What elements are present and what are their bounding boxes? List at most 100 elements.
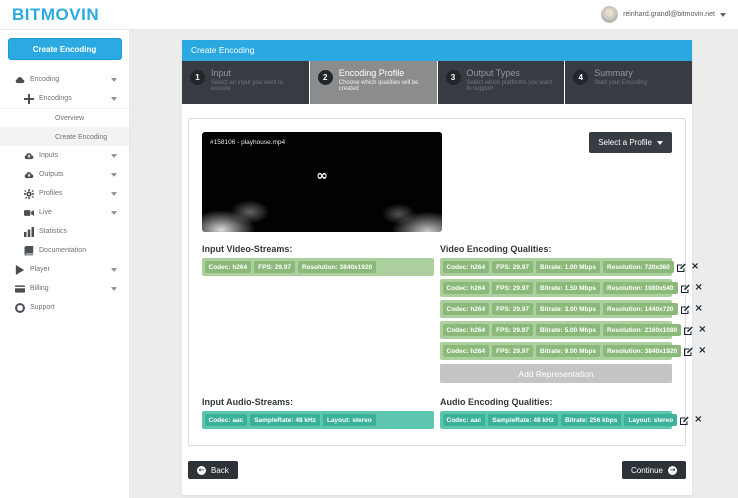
step-subtitle: Choose which qualities will be created [338,80,419,92]
caret-down-icon [111,267,117,272]
sidebar-item-encodings[interactable]: Encodings [0,89,129,108]
continue-button[interactable]: Continue → [621,461,686,479]
encoding-profile-card: #158106 - playhouse.mp4 ∞ Select a Profi… [188,118,707,446]
video-camera-icon [24,208,34,218]
step-subtitle: Select an input you want to encode [211,80,284,92]
stream-badge: Codec: h264 [442,303,490,315]
add-representation-button[interactable]: Add Representation [440,364,672,383]
stream-badge: Bitrate: 1.00 Mbps [536,261,601,273]
step-title: Input [211,68,232,78]
edit-icon[interactable] [680,304,690,314]
stream-badge: SampleRate: 48 kHz [488,414,558,426]
stream-badge: Codec: h264 [442,324,490,336]
sidebar-item-documentation[interactable]: Documentation [0,241,129,260]
stream-info-bar: Codec: aac SampleRate: 48 kHz Bitrate: 256… [440,411,703,429]
remove-icon[interactable]: × [695,304,703,314]
stream-badge: Layout: stereo [624,414,678,426]
select-profile-button[interactable]: Select a Profile [589,132,672,153]
stream-badge: Resolution: 1080x540 [603,282,678,294]
sidebar-item-overview[interactable]: Overview [0,108,129,127]
stream-badge: Resolution: 3840x1920 [298,261,377,273]
remove-icon[interactable]: × [695,283,703,293]
stream-info-bar: Codec: h264 FPS: 29.97 Bitrate: 5.00 Mbps R… [440,321,707,339]
sidebar-item-profiles[interactable]: Profiles [0,184,129,203]
edit-icon[interactable] [684,325,693,335]
sidebar-item-live[interactable]: Live [0,203,129,222]
back-label: Back [211,465,229,475]
input-audio-streams-heading: Input Audio-Streams: [202,397,294,407]
edit-icon[interactable] [676,262,686,272]
user-menu[interactable]: reinhard.grandl@bitmovin.net [601,6,726,23]
main-content: Create Encoding 1 Input Select an input yo… [182,40,707,495]
stream-badge: Codec: aac [204,414,248,426]
sidebar-item-player[interactable]: Player [0,260,129,279]
step-title: Encoding Profile [338,68,405,78]
step-input[interactable]: 1 Input Select an input you want to encode [182,61,309,104]
remove-icon[interactable]: × [698,346,706,356]
sidebar-item-label: Outputs [39,171,64,178]
bar-chart-icon [24,226,34,237]
remove-icon[interactable]: × [691,262,699,272]
sidebar-item-label: Documentation [39,247,87,254]
stream-badge: Codec: h264 [204,261,252,273]
stream-badge: Resolution: 3840x1920 [603,345,682,357]
stream-badge: Bitrate: 1.50 Mbps [536,282,601,294]
stream-info-bar: Codec: h264 FPS: 29.97 Bitrate: 3.00 Mbps R… [440,300,703,318]
audio-encoding-qualities-heading: Audio Encoding Qualities: [440,397,553,407]
stream-badge: FPS: 29.97 [492,324,534,336]
edit-icon[interactable] [680,415,689,425]
sidebar-item-billing[interactable]: Billing [0,279,129,298]
play-icon [15,264,25,275]
remove-icon[interactable]: × [698,325,706,335]
sidebar-item-label: Live [39,209,52,216]
sidebar-item-label: Encodings [39,95,72,102]
avatar [601,6,619,23]
sidebar-item-label: Player [30,266,50,273]
back-button[interactable]: ← Back [188,461,238,479]
remove-icon[interactable]: × [694,415,702,425]
stream-badge: FPS: 29.97 [492,303,534,315]
stream-info-bar: Codec: h264 FPS: 29.97 Resolution: 3840x19… [202,258,434,276]
stream-badge: Codec: h264 [442,282,490,294]
step-subtitle: Start your Encoding [594,80,647,86]
stream-badge: Bitrate: 3.00 Mbps [536,303,601,315]
step-number: 3 [445,70,461,85]
credit-card-icon [15,284,25,294]
input-video-streams-heading: Input Video-Streams: [202,244,293,254]
stream-info-bar: Codec: aac SampleRate: 48 kHz Layout: ster… [202,411,434,429]
create-encoding-button[interactable]: Create Encoding [7,38,122,60]
edit-icon[interactable] [684,346,693,356]
cloud-upload-icon [24,151,34,161]
stream-badge: Bitrate: 256 kbps [560,414,622,426]
step-title: Summary [594,68,633,78]
sidebar-item-inputs[interactable]: Inputs [0,146,129,165]
cloud-download-icon [24,170,34,180]
cloud-icon [15,75,25,85]
sidebar-item-statistics[interactable]: Statistics [0,222,129,241]
step-summary[interactable]: 4 Summary Start your Encoding [565,61,692,104]
stream-badge: Bitrate: 9.00 Mbps [536,345,601,357]
arrow-left-icon: ← [197,465,206,475]
stream-badge: Bitrate: 5.00 Mbps [536,324,601,336]
stream-badge: FPS: 29.97 [492,282,534,294]
chevron-down-icon [657,140,663,145]
sidebar-item-encoding[interactable]: Encoding [0,70,129,89]
step-encoding-profile[interactable]: 2 Encoding Profile Choose which qualities … [309,61,437,104]
caret-down-icon [111,172,117,177]
stream-badge: FPS: 29.97 [492,345,534,357]
sidebar: Create Encoding Encoding Encodings Overvie… [0,30,130,498]
sidebar-item-support[interactable]: Support [0,298,129,317]
edit-icon[interactable] [680,283,690,293]
video-preview: #158106 - playhouse.mp4 ∞ [202,132,442,232]
vr-goggles-icon: ∞ [316,168,328,184]
step-output-types[interactable]: 3 Output Types Select which platforms you … [437,61,565,104]
stream-badge: Resolution: 1440x720 [603,303,678,315]
sidebar-item-label: Profiles [39,190,63,197]
top-header: BITMOVIN reinhard.grandl@bitmovin.net [0,0,738,30]
stream-info-bar: Codec: h264 FPS: 29.97 Bitrate: 1.50 Mbps R… [440,279,703,297]
sidebar-item-outputs[interactable]: Outputs [0,165,129,184]
caret-down-icon [111,286,117,291]
arrow-right-icon: → [668,465,677,475]
sidebar-item-create-encoding[interactable]: Create Encoding [0,127,129,146]
gears-icon [24,188,34,199]
